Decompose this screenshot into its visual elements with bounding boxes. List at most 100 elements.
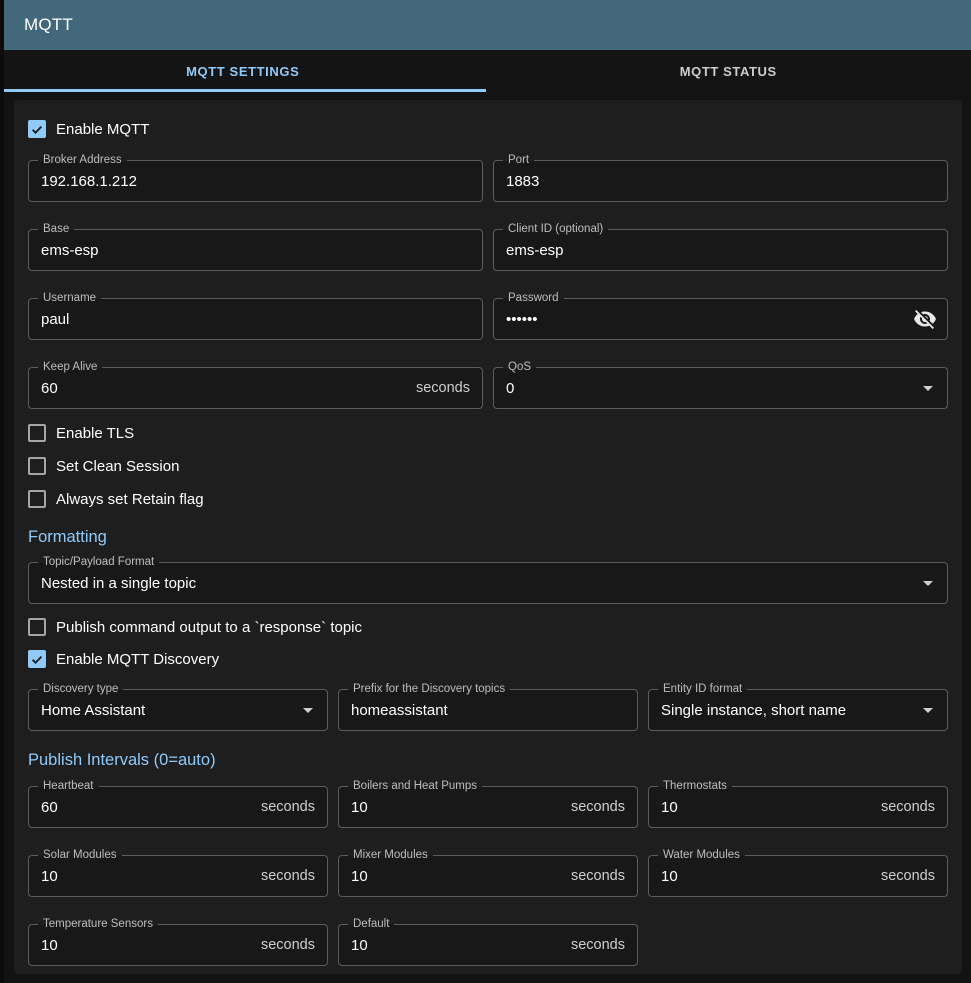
enable-discovery-row[interactable]: Enable MQTT Discovery: [28, 648, 948, 670]
qos-select[interactable]: QoS 0: [493, 367, 948, 409]
solar-interval-field: Solar Modules seconds: [28, 855, 328, 897]
tab-mqtt-status[interactable]: MQTT STATUS: [486, 50, 971, 92]
port-input[interactable]: [506, 173, 935, 190]
entity-format-value: Single instance, short name: [661, 702, 913, 719]
base-input[interactable]: [41, 242, 470, 259]
username-input[interactable]: [41, 311, 470, 328]
dropdown-arrow-icon: [296, 698, 320, 722]
boilers-interval-field: Boilers and Heat Pumps seconds: [338, 786, 638, 828]
discovery-prefix-input[interactable]: [351, 702, 625, 719]
boilers-interval-unit: seconds: [571, 799, 625, 815]
clean-session-checkbox[interactable]: [28, 457, 46, 475]
mixer-interval-label: Mixer Modules: [348, 848, 433, 863]
tab-mqtt-status-label: MQTT STATUS: [680, 64, 777, 79]
publish-response-row[interactable]: Publish command output to a `response` t…: [28, 616, 948, 638]
thermostats-interval-field: Thermostats seconds: [648, 786, 948, 828]
enable-tls-checkbox[interactable]: [28, 424, 46, 442]
mixer-interval-input[interactable]: [351, 868, 563, 885]
toggle-password-visibility-button[interactable]: [913, 307, 937, 331]
keep-alive-input[interactable]: [41, 380, 408, 397]
checkmark-icon: [30, 122, 44, 137]
page-title: MQTT: [24, 15, 73, 35]
port-label: Port: [503, 153, 534, 168]
water-interval-field: Water Modules seconds: [648, 855, 948, 897]
boilers-interval-input[interactable]: [351, 799, 563, 816]
default-interval-field: Default seconds: [338, 924, 638, 966]
water-interval-label: Water Modules: [658, 848, 745, 863]
heartbeat-unit: seconds: [261, 799, 315, 815]
app-header: MQTT: [0, 0, 971, 50]
base-label: Base: [38, 222, 74, 237]
solar-interval-input[interactable]: [41, 868, 253, 885]
discovery-type-label: Discovery type: [38, 682, 123, 697]
client-id-input[interactable]: [506, 242, 935, 259]
temperature-interval-unit: seconds: [261, 937, 315, 953]
discovery-prefix-field: Prefix for the Discovery topics: [338, 689, 638, 731]
topic-format-select[interactable]: Topic/Payload Format Nested in a single …: [28, 562, 948, 604]
broker-address-input[interactable]: [41, 173, 470, 190]
default-interval-label: Default: [348, 917, 394, 932]
topic-format-label: Topic/Payload Format: [38, 555, 159, 570]
qos-label: QoS: [503, 360, 536, 375]
settings-panel: Enable MQTT Broker Address Port Base Cli…: [14, 100, 962, 974]
base-field: Base: [28, 229, 483, 271]
discovery-type-select[interactable]: Discovery type Home Assistant: [28, 689, 328, 731]
discovery-prefix-label: Prefix for the Discovery topics: [348, 682, 510, 697]
keep-alive-unit: seconds: [416, 380, 470, 396]
water-interval-input[interactable]: [661, 868, 873, 885]
temperature-interval-field: Temperature Sensors seconds: [28, 924, 328, 966]
solar-interval-unit: seconds: [261, 868, 315, 884]
tab-bar: MQTT SETTINGS MQTT STATUS: [0, 50, 971, 92]
qos-value: 0: [506, 380, 913, 397]
formatting-section-heading: Formatting: [28, 528, 948, 548]
username-field: Username: [28, 298, 483, 340]
retain-flag-label: Always set Retain flag: [56, 491, 204, 508]
enable-tls-row[interactable]: Enable TLS: [28, 422, 948, 444]
tab-mqtt-settings-label: MQTT SETTINGS: [186, 64, 299, 79]
dropdown-arrow-icon: [916, 698, 940, 722]
mixer-interval-unit: seconds: [571, 868, 625, 884]
thermostats-interval-input[interactable]: [661, 799, 873, 816]
default-interval-unit: seconds: [571, 937, 625, 953]
intervals-section-heading: Publish Intervals (0=auto): [28, 751, 948, 771]
visibility-off-icon: [913, 307, 937, 331]
enable-mqtt-row[interactable]: Enable MQTT: [28, 118, 948, 140]
temperature-interval-input[interactable]: [41, 937, 253, 954]
clean-session-row[interactable]: Set Clean Session: [28, 455, 948, 477]
dropdown-arrow-icon: [916, 571, 940, 595]
enable-discovery-label: Enable MQTT Discovery: [56, 651, 219, 668]
password-input[interactable]: [506, 311, 935, 328]
client-id-label: Client ID (optional): [503, 222, 608, 237]
dropdown-arrow-icon: [916, 376, 940, 400]
thermostats-interval-unit: seconds: [881, 799, 935, 815]
water-interval-unit: seconds: [881, 868, 935, 884]
active-tab-indicator: [0, 89, 486, 92]
retain-flag-checkbox[interactable]: [28, 490, 46, 508]
publish-response-checkbox[interactable]: [28, 618, 46, 636]
temperature-interval-label: Temperature Sensors: [38, 917, 158, 932]
keep-alive-label: Keep Alive: [38, 360, 102, 375]
broker-address-field: Broker Address: [28, 160, 483, 202]
default-interval-input[interactable]: [351, 937, 563, 954]
topic-format-value: Nested in a single topic: [41, 575, 913, 592]
broker-address-label: Broker Address: [38, 153, 127, 168]
client-id-field: Client ID (optional): [493, 229, 948, 271]
username-label: Username: [38, 291, 101, 306]
enable-mqtt-label: Enable MQTT: [56, 121, 149, 138]
keep-alive-field: Keep Alive seconds: [28, 367, 483, 409]
retain-flag-row[interactable]: Always set Retain flag: [28, 488, 948, 510]
port-field: Port: [493, 160, 948, 202]
clean-session-label: Set Clean Session: [56, 458, 179, 475]
enable-tls-label: Enable TLS: [56, 425, 134, 442]
enable-discovery-checkbox[interactable]: [28, 650, 46, 668]
discovery-type-value: Home Assistant: [41, 702, 293, 719]
password-label: Password: [503, 291, 564, 306]
enable-mqtt-checkbox[interactable]: [28, 120, 46, 138]
entity-format-select[interactable]: Entity ID format Single instance, short …: [648, 689, 948, 731]
thermostats-interval-label: Thermostats: [658, 779, 732, 794]
heartbeat-label: Heartbeat: [38, 779, 99, 794]
tab-mqtt-settings[interactable]: MQTT SETTINGS: [0, 50, 486, 92]
heartbeat-input[interactable]: [41, 799, 253, 816]
entity-format-label: Entity ID format: [658, 682, 747, 697]
heartbeat-field: Heartbeat seconds: [28, 786, 328, 828]
